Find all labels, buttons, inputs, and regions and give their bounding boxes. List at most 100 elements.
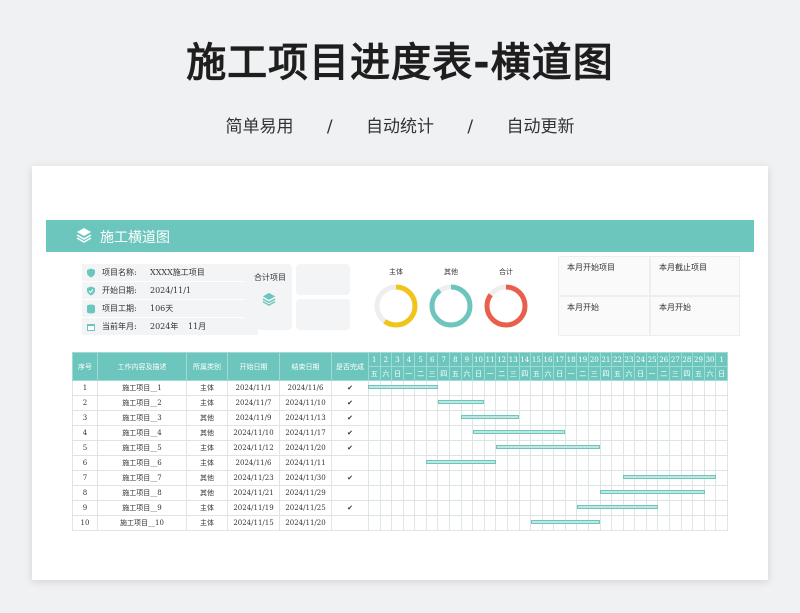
task-name[interactable]: 施工项目__4 — [97, 425, 187, 441]
subtitle-separator: / — [326, 117, 333, 137]
database-icon — [87, 304, 95, 313]
task-end-date[interactable]: 2024/11/29 — [279, 485, 332, 501]
day-cell — [460, 380, 474, 396]
row-number[interactable]: 6 — [72, 455, 98, 471]
day-header: 9 — [460, 352, 474, 367]
task-start-date[interactable]: 2024/11/7 — [227, 395, 280, 411]
task-name[interactable]: 施工项目__9 — [97, 500, 187, 516]
task-category[interactable]: 主体 — [186, 380, 228, 396]
gantt-bar — [472, 430, 566, 434]
task-done-check[interactable]: ✔ — [331, 440, 369, 456]
task-name[interactable]: 施工项目__10 — [97, 515, 187, 531]
task-end-date[interactable]: 2024/11/17 — [279, 425, 332, 441]
donut-chart-total — [484, 284, 528, 328]
task-end-date[interactable]: 2024/11/11 — [279, 455, 332, 471]
task-category[interactable]: 主体 — [186, 515, 228, 531]
day-cell — [414, 500, 427, 516]
month-select[interactable]: 11月 — [188, 321, 206, 332]
row-number[interactable]: 8 — [72, 485, 98, 501]
day-cell — [530, 455, 543, 471]
year-select[interactable]: 2024年 — [150, 321, 188, 332]
task-category[interactable]: 其他 — [186, 425, 228, 441]
task-start-date[interactable]: 2024/11/10 — [227, 425, 280, 441]
day-cell — [437, 410, 451, 426]
task-start-date[interactable]: 2024/11/19 — [227, 500, 280, 516]
row-number[interactable]: 7 — [72, 470, 98, 486]
task-end-date[interactable]: 2024/11/6 — [279, 380, 332, 396]
task-name[interactable]: 施工项目__1 — [97, 380, 187, 396]
task-end-date[interactable]: 2024/11/25 — [279, 500, 332, 516]
table-row[interactable]: 3 施工项目__3 其他 2024/11/9 2024/11/13 ✔ — [72, 410, 728, 426]
task-name[interactable]: 施工项目__6 — [97, 455, 187, 471]
info-value[interactable]: 2024/11/1 — [150, 286, 191, 295]
task-name[interactable]: 施工项目__5 — [97, 440, 187, 456]
table-row[interactable]: 4 施工项目__4 其他 2024/11/10 2024/11/17 ✔ — [72, 425, 728, 441]
task-category[interactable]: 其他 — [186, 410, 228, 426]
task-start-date[interactable]: 2024/11/23 — [227, 470, 280, 486]
table-row[interactable]: 6 施工项目__6 主体 2024/11/6 2024/11/11 — [72, 455, 728, 471]
task-done-check[interactable]: ✔ — [331, 500, 369, 516]
day-cell — [414, 485, 427, 501]
info-label: 当前年月: — [102, 322, 137, 331]
task-done-check[interactable]: ✔ — [331, 380, 369, 396]
row-number[interactable]: 10 — [72, 515, 98, 531]
day-cell — [692, 500, 705, 516]
task-start-date[interactable]: 2024/11/21 — [227, 485, 280, 501]
task-start-date[interactable]: 2024/11/1 — [227, 380, 280, 396]
task-category[interactable]: 主体 — [186, 455, 228, 471]
task-end-date[interactable]: 2024/11/30 — [279, 470, 332, 486]
row-number[interactable]: 2 — [72, 395, 98, 411]
day-cell — [576, 395, 589, 411]
day-cell — [692, 380, 705, 396]
task-name[interactable]: 施工项目__8 — [97, 485, 187, 501]
task-name[interactable]: 施工项目__3 — [97, 410, 187, 426]
row-number[interactable]: 5 — [72, 440, 98, 456]
task-start-date[interactable]: 2024/11/15 — [227, 515, 280, 531]
task-category[interactable]: 其他 — [186, 470, 228, 486]
task-end-date[interactable]: 2024/11/20 — [279, 515, 332, 531]
task-start-date[interactable]: 2024/11/9 — [227, 410, 280, 426]
day-cell — [414, 425, 427, 441]
day-cell — [368, 470, 381, 486]
task-category[interactable]: 主体 — [186, 500, 228, 516]
task-end-date[interactable]: 2024/11/13 — [279, 410, 332, 426]
task-category[interactable]: 主体 — [186, 395, 228, 411]
task-start-date[interactable]: 2024/11/6 — [227, 455, 280, 471]
row-number[interactable]: 9 — [72, 500, 98, 516]
task-name[interactable]: 施工项目__2 — [97, 395, 187, 411]
row-number[interactable]: 3 — [72, 410, 98, 426]
day-cell — [692, 425, 705, 441]
task-done-check[interactable]: ✔ — [331, 470, 369, 486]
task-done-check[interactable]: ✔ — [331, 410, 369, 426]
row-number[interactable]: 4 — [72, 425, 98, 441]
gantt-bar — [460, 415, 519, 419]
table-row[interactable]: 5 施工项目__5 主体 2024/11/12 2024/11/20 ✔ — [72, 440, 728, 456]
task-end-date[interactable]: 2024/11/20 — [279, 440, 332, 456]
summary-value-box — [296, 299, 350, 330]
task-start-date[interactable]: 2024/11/12 — [227, 440, 280, 456]
task-category[interactable]: 其他 — [186, 485, 228, 501]
task-done-check[interactable]: ✔ — [331, 425, 369, 441]
task-done-check[interactable] — [331, 485, 369, 501]
day-cell — [425, 440, 439, 456]
day-cell — [506, 470, 520, 486]
info-value[interactable]: XXXX施工项目 — [150, 267, 205, 278]
weekday-header: 日 — [472, 366, 485, 381]
day-header: 17 — [553, 352, 566, 367]
task-done-check[interactable] — [331, 515, 369, 531]
task-done-check[interactable]: ✔ — [331, 395, 369, 411]
day-cell — [680, 380, 694, 396]
day-cell — [622, 440, 636, 456]
table-row[interactable]: 10 施工项目__10 主体 2024/11/15 2024/11/20 — [72, 515, 728, 531]
task-category[interactable]: 主体 — [186, 440, 228, 456]
task-done-check[interactable] — [331, 455, 369, 471]
table-row[interactable]: 2 施工项目__2 主体 2024/11/7 2024/11/10 ✔ — [72, 395, 728, 411]
day-header: 21 — [599, 352, 613, 367]
day-cell — [564, 485, 578, 501]
month-box-label: 本月开始 — [567, 303, 599, 312]
row-number[interactable]: 1 — [72, 380, 98, 396]
day-cell — [576, 410, 589, 426]
day-cell — [402, 485, 416, 501]
task-name[interactable]: 施工项目__7 — [97, 470, 187, 486]
task-end-date[interactable]: 2024/11/10 — [279, 395, 332, 411]
